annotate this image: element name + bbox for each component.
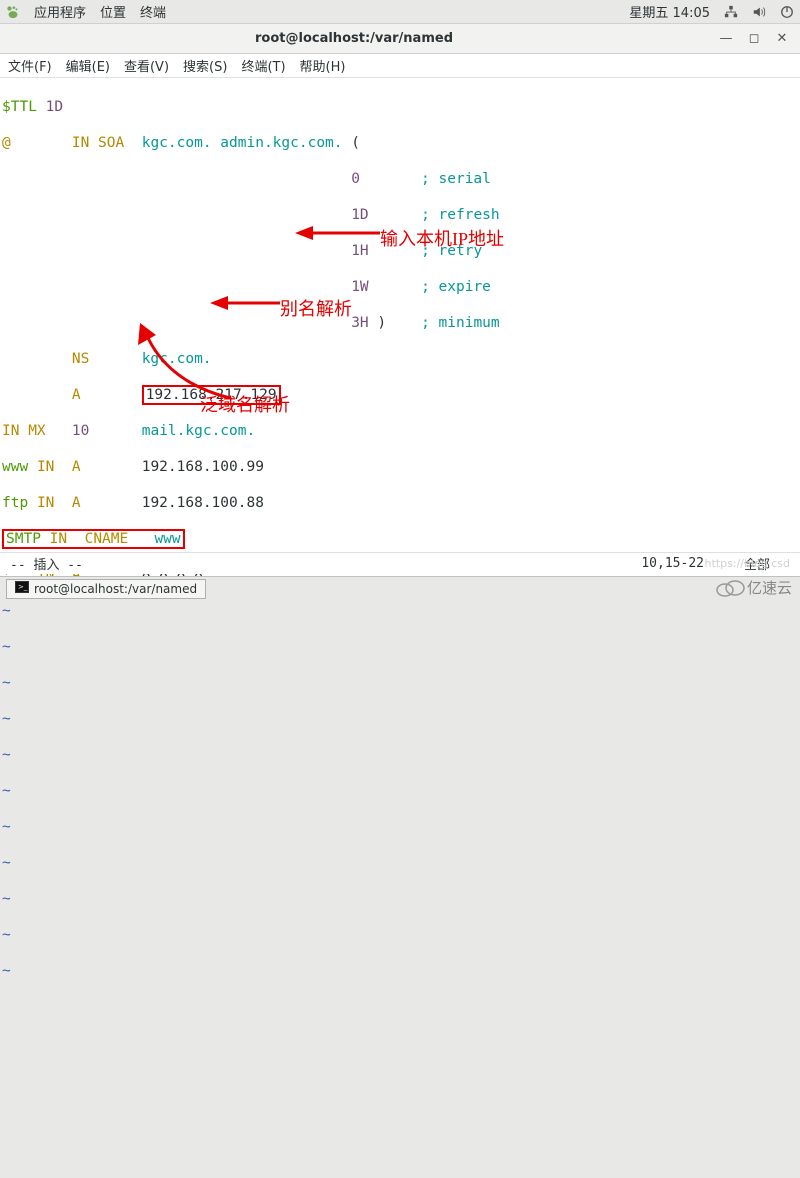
zone-line-soa: @ IN SOA kgc.com. admin.kgc.com. (	[2, 134, 798, 152]
menu-help[interactable]: 帮助(H)	[300, 56, 346, 75]
menu-term[interactable]: 终端(T)	[241, 56, 285, 75]
menu-file[interactable]: 文件(F)	[8, 56, 52, 75]
vim-tilde: ~	[2, 890, 798, 908]
zone-line-www: www IN A 192.168.100.99	[2, 458, 798, 476]
taskbar-item-label: root@localhost:/var/named	[34, 582, 197, 596]
vim-tilde: ~	[2, 782, 798, 800]
arrow-icon	[210, 293, 285, 313]
vim-status-line: -- 插入 -- 10,15-22 全部	[0, 552, 800, 574]
window-titlebar: root@localhost:/var/named — ◻ ✕	[0, 24, 800, 54]
power-icon[interactable]	[780, 5, 794, 19]
foot-icon	[6, 5, 20, 19]
taskbar-item-terminal[interactable]: >_ root@localhost:/var/named	[6, 579, 206, 599]
zone-line-smtp: SMTP IN CNAME www	[2, 530, 798, 548]
menu-search[interactable]: 搜索(S)	[183, 56, 227, 75]
terminal-icon: >_	[15, 581, 29, 596]
volume-icon[interactable]	[752, 5, 766, 19]
annotation-wildcard: 泛域名解析	[200, 396, 290, 414]
vim-tilde: ~	[2, 602, 798, 620]
brand-logo: 亿速云	[715, 577, 792, 598]
vim-tilde: ~	[2, 962, 798, 980]
minimize-button[interactable]: —	[720, 33, 732, 45]
annotation-alias: 别名解析	[280, 300, 352, 318]
watermark-text: https://blog.csd	[705, 557, 790, 570]
vim-tilde: ~	[2, 818, 798, 836]
menu-terminal[interactable]: 终端	[140, 2, 166, 21]
zone-line-ftp: ftp IN A 192.168.100.88	[2, 494, 798, 512]
vim-tilde: ~	[2, 674, 798, 692]
vim-mode: -- 插入 --	[10, 554, 83, 573]
vim-tilde: ~	[2, 638, 798, 656]
terminal-menubar: 文件(F) 编辑(E) 查看(V) 搜索(S) 终端(T) 帮助(H)	[0, 54, 800, 78]
close-button[interactable]: ✕	[776, 33, 788, 45]
zone-line-serial: 0 ; serial	[2, 170, 798, 188]
svg-text:>_: >_	[18, 583, 28, 591]
vim-editor[interactable]: $TTL 1D @ IN SOA kgc.com. admin.kgc.com.…	[0, 78, 800, 576]
network-icon[interactable]	[724, 5, 738, 19]
vim-tilde: ~	[2, 854, 798, 872]
vim-tilde: ~	[2, 926, 798, 944]
zone-line-refresh: 1D ; refresh	[2, 206, 798, 224]
clock[interactable]: 星期五 14:05	[629, 2, 710, 21]
menu-edit[interactable]: 编辑(E)	[66, 56, 110, 75]
menu-places[interactable]: 位置	[100, 2, 126, 21]
annotation-ip: 输入本机IP地址	[380, 230, 504, 248]
gnome-top-bar: 应用程序 位置 终端 星期五 14:05	[0, 0, 800, 24]
window-title: root@localhost:/var/named	[0, 31, 708, 46]
maximize-button[interactable]: ◻	[748, 33, 760, 45]
gnome-taskbar: >_ root@localhost:/var/named 亿速云	[0, 576, 800, 600]
vim-tilde: ~	[2, 746, 798, 764]
zone-line-minimum: 3H ) ; minimum	[2, 314, 798, 332]
vim-tilde: ~	[2, 710, 798, 728]
zone-line-mx: IN MX 10 mail.kgc.com.	[2, 422, 798, 440]
vim-cursor-pos: 10,15-22	[641, 556, 704, 571]
menu-view[interactable]: 查看(V)	[124, 56, 169, 75]
zone-line-ttl: $TTL 1D	[2, 98, 798, 116]
zone-line-ns: NS kgc.com.	[2, 350, 798, 368]
zone-line-a: A 192.168.217.129	[2, 386, 798, 404]
menu-applications[interactable]: 应用程序	[34, 2, 86, 21]
zone-line-expire: 1W ; expire	[2, 278, 798, 296]
